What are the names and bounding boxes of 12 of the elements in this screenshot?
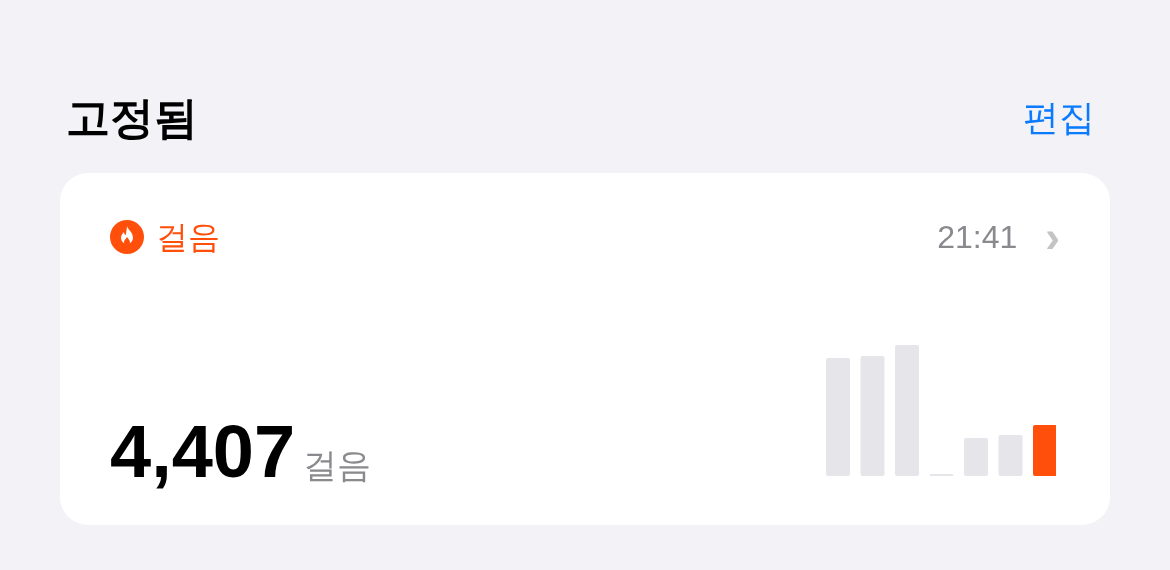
edit-button[interactable]: 편집 <box>1023 100 1095 136</box>
steps-card[interactable]: 걸음 21:41 › 4,407 걸음 <box>60 173 1110 525</box>
step-unit: 걸음 <box>303 448 372 482</box>
step-count: 4,407 <box>110 415 296 489</box>
card-label: 걸음 <box>156 221 220 253</box>
timestamp: 21:41 <box>937 221 1018 253</box>
section-title: 고정됨 <box>66 96 198 140</box>
chart-bar <box>964 438 988 476</box>
chevron-icon: › <box>1045 215 1060 259</box>
flame-icon <box>110 220 144 254</box>
chart-bar <box>1033 425 1056 476</box>
chart-bar <box>998 435 1023 476</box>
